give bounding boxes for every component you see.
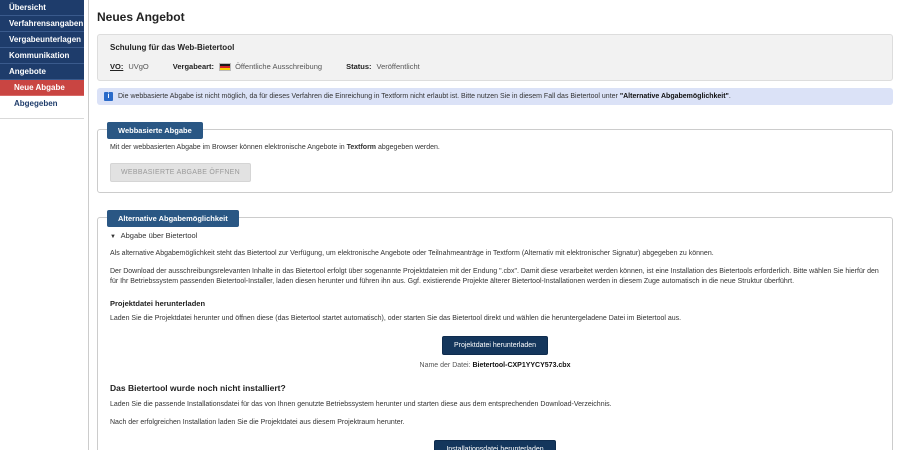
procedure-title: Schulung für das Web-Bietertool	[110, 43, 235, 52]
bietertool-toggle-label: Abgabe über Bietertool	[120, 231, 198, 241]
sidebar-item-angebote[interactable]: Angebote	[0, 64, 84, 80]
alternative-download-info-text: Der Download der ausschreibungsrelevante…	[110, 268, 879, 286]
vergabeart-label: Vergabeart:	[172, 62, 215, 71]
info-banner-text: Die webbasierte Abgabe ist nicht möglich…	[118, 93, 731, 100]
sidebar-item-neue-abgabe[interactable]: Neue Abgabe	[0, 80, 84, 96]
vo-label: VO:	[110, 62, 124, 71]
alternative-submission-panel: Alternative Abgabemöglichkeit ▼ Abgabe ü…	[97, 210, 893, 450]
sidebar-item-abgegeben[interactable]: Abgegeben	[0, 96, 84, 112]
info-icon: i	[104, 92, 113, 101]
web-submission-panel: Webbasierte Abgabe Mit der webbasierten …	[97, 122, 893, 194]
file-name-value: Bietertool-CXP1YYCY573.cbx	[472, 361, 571, 369]
project-file-text: Laden Sie die Projektdatei herunter und …	[110, 314, 682, 322]
app-window: Übersicht Verfahrensangaben Vergabeunter…	[0, 0, 900, 450]
german-flag-icon	[219, 62, 232, 71]
sidebar-item-vergabeunterlagen[interactable]: Vergabeunterlagen	[0, 32, 84, 48]
install-text-2: Nach der erfolgreichen Installation lade…	[110, 418, 405, 426]
install-text-1: Laden Sie die passende Installationsdate…	[110, 400, 612, 408]
download-project-file-button[interactable]: Projektdatei herunterladen	[441, 335, 549, 355]
open-web-submission-button[interactable]: WEBBASIERTE ABGABE ÖFFNEN	[110, 163, 252, 183]
page-title: Neues Angebot	[97, 10, 185, 24]
vo-value: UVgO	[128, 62, 149, 71]
install-heading: Das Bietertool wurde noch nicht installi…	[110, 382, 286, 393]
sidebar-item-kommunikation[interactable]: Kommunikation	[0, 48, 84, 64]
project-file-name-line: Name der Datei: Bietertool-CXP1YYCY573.c…	[110, 362, 880, 369]
procedure-meta: VO: UVgO Vergabeart: Öffentliche Ausschr…	[110, 62, 880, 71]
bietertool-collapse-toggle[interactable]: ▼ Abgabe über Bietertool	[110, 231, 880, 240]
download-installer-button[interactable]: Installationsdatei herunterladen	[434, 439, 556, 450]
project-file-heading: Projektdatei herunterladen	[110, 298, 206, 308]
alternative-intro-text: Als alternative Abgabemöglichkeit steht …	[110, 250, 714, 258]
procedure-header-card: Schulung für das Web-Bietertool VO: UVgO…	[97, 34, 893, 81]
file-name-label: Name der Datei:	[419, 361, 473, 369]
vergabeart-value: Öffentliche Ausschreibung	[235, 62, 323, 71]
status-value: Veröffentlicht	[376, 62, 420, 71]
sidebar-item-verfahrensangaben[interactable]: Verfahrensangaben	[0, 16, 84, 32]
web-submission-badge: Webbasierte Abgabe	[107, 122, 203, 139]
info-banner: i Die webbasierte Abgabe ist nicht mögli…	[97, 88, 893, 105]
sidebar: Übersicht Verfahrensangaben Vergabeunter…	[0, 0, 89, 450]
web-submission-text: Mit der webbasierten Abgabe im Browser k…	[110, 144, 440, 151]
status-label: Status:	[346, 62, 372, 71]
main-content: Neues Angebot Schulung für das Web-Biete…	[89, 0, 900, 450]
alternative-submission-badge: Alternative Abgabemöglichkeit	[107, 210, 239, 228]
chevron-down-icon: ▼	[110, 234, 116, 241]
sidebar-item-uebersicht[interactable]: Übersicht	[0, 0, 84, 16]
sidebar-divider	[0, 118, 84, 119]
